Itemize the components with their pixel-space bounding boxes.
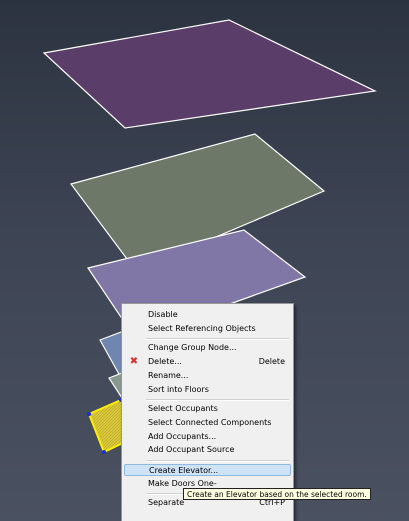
- menu-item-label: Change Group Node...: [148, 343, 237, 353]
- menu-item-label: Select Occupants: [148, 404, 218, 414]
- menu-item-disable[interactable]: Disable: [124, 309, 291, 321]
- menu-item-label: Select Connected Components: [148, 417, 272, 427]
- menu-item-create-elevator[interactable]: Create Elevator...: [124, 464, 291, 476]
- menu-item-label: Create Elevator...: [149, 466, 219, 475]
- menu-item-add-occupant-source[interactable]: Add Occupant Source: [124, 444, 291, 456]
- menu-separator: [146, 338, 289, 341]
- menu-item-label: Sort into Floors: [148, 384, 209, 394]
- menu-item-rename[interactable]: Rename...: [124, 370, 291, 382]
- menu-item-select-referencing-objects[interactable]: Select Referencing Objects: [124, 323, 291, 335]
- menu-item-label: Add Occupant Source: [148, 445, 235, 455]
- menu-item-label: Add Occupants...: [148, 431, 217, 441]
- tooltip: Create an Elevator based on the selected…: [183, 488, 371, 500]
- menu-item-change-group-node[interactable]: Change Group Node...: [124, 342, 291, 354]
- selection-handle[interactable]: [102, 450, 106, 454]
- menu-separator: [146, 460, 289, 462]
- delete-x-icon: ✖: [129, 356, 139, 368]
- 3d-viewport[interactable]: Disable Select Referencing Objects Change …: [0, 0, 409, 521]
- floor-top[interactable]: [42, 19, 378, 129]
- menu-item-label: Separate: [148, 498, 185, 508]
- menu-item-label: Delete...: [148, 357, 182, 367]
- selection-handle[interactable]: [87, 412, 91, 416]
- menu-separator: [146, 399, 289, 402]
- menu-item-select-occupants[interactable]: Select Occupants: [124, 403, 291, 415]
- menu-item-label: Disable: [148, 310, 178, 319]
- menu-item-delete[interactable]: ✖ Delete... Delete: [124, 356, 291, 368]
- menu-item-shortcut: Delete: [258, 357, 285, 367]
- menu-item-label: Select Referencing Objects: [148, 323, 256, 333]
- menu-item-label: Rename...: [148, 370, 189, 380]
- menu-item-select-connected-components[interactable]: Select Connected Components: [124, 417, 291, 429]
- menu-item-add-occupants[interactable]: Add Occupants...: [124, 431, 291, 443]
- menu-item-sort-into-floors[interactable]: Sort into Floors: [124, 384, 291, 396]
